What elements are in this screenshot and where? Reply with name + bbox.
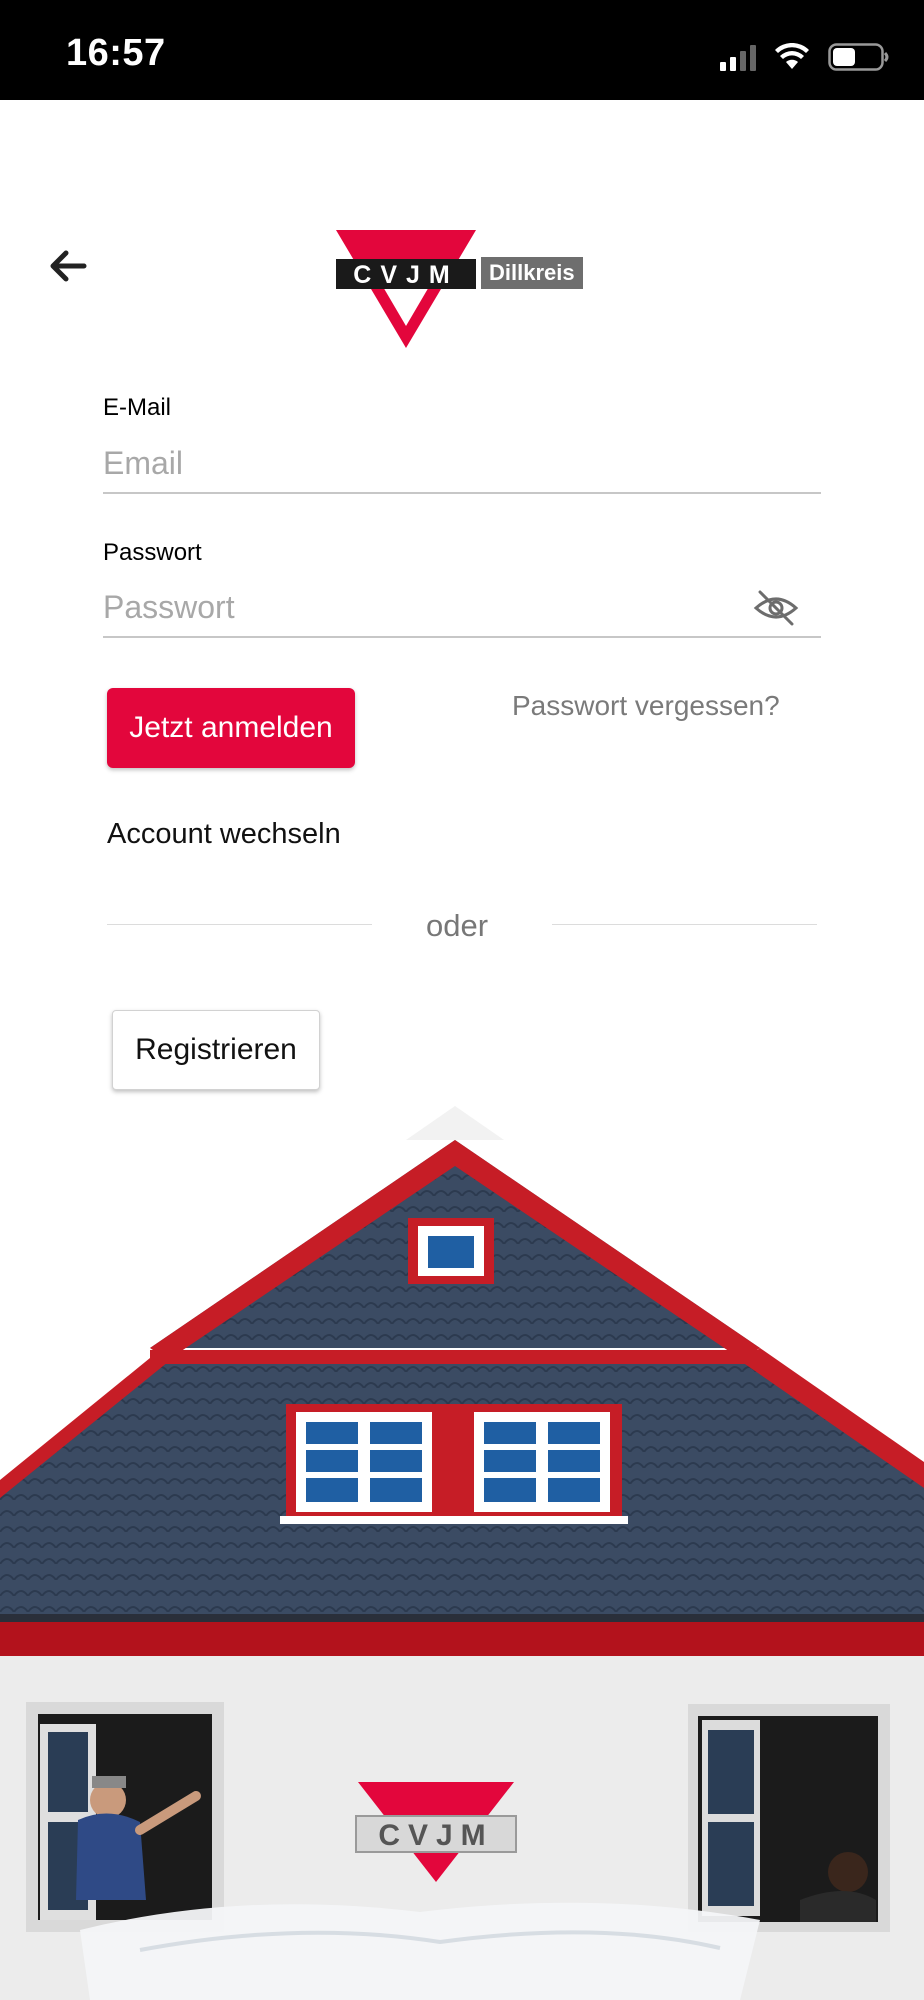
wifi-icon — [775, 43, 809, 69]
divider-text: oder — [426, 908, 489, 943]
email-label: E-Mail — [103, 394, 172, 421]
eye-off-icon[interactable] — [752, 588, 800, 628]
status-icons — [720, 40, 890, 74]
login-button[interactable]: Jetzt anmelden — [107, 688, 355, 768]
switch-account-link[interactable]: Account wechseln — [107, 818, 341, 851]
email-input[interactable] — [103, 434, 821, 494]
status-bar: 16:57 — [0, 0, 924, 100]
status-time: 16:57 — [66, 32, 166, 74]
back-button[interactable] — [42, 240, 94, 292]
divider-line-right — [552, 924, 817, 925]
house-photo: CVJM — [0, 1106, 924, 2000]
svg-text:CVJM: CVJM — [353, 261, 458, 289]
password-label: Passwort — [103, 539, 202, 566]
password-input[interactable] — [103, 578, 821, 638]
signal-icon — [720, 43, 756, 71]
forgot-password-link[interactable]: Passwort vergessen? — [512, 690, 780, 722]
battery-icon — [828, 43, 889, 71]
back-arrow-icon — [50, 250, 87, 282]
register-button[interactable]: Registrieren — [112, 1010, 320, 1090]
divider-line-left — [107, 924, 372, 925]
logo-subtitle: Dillkreis — [481, 257, 583, 289]
wall-sign-text: CVJM — [378, 1819, 493, 1852]
